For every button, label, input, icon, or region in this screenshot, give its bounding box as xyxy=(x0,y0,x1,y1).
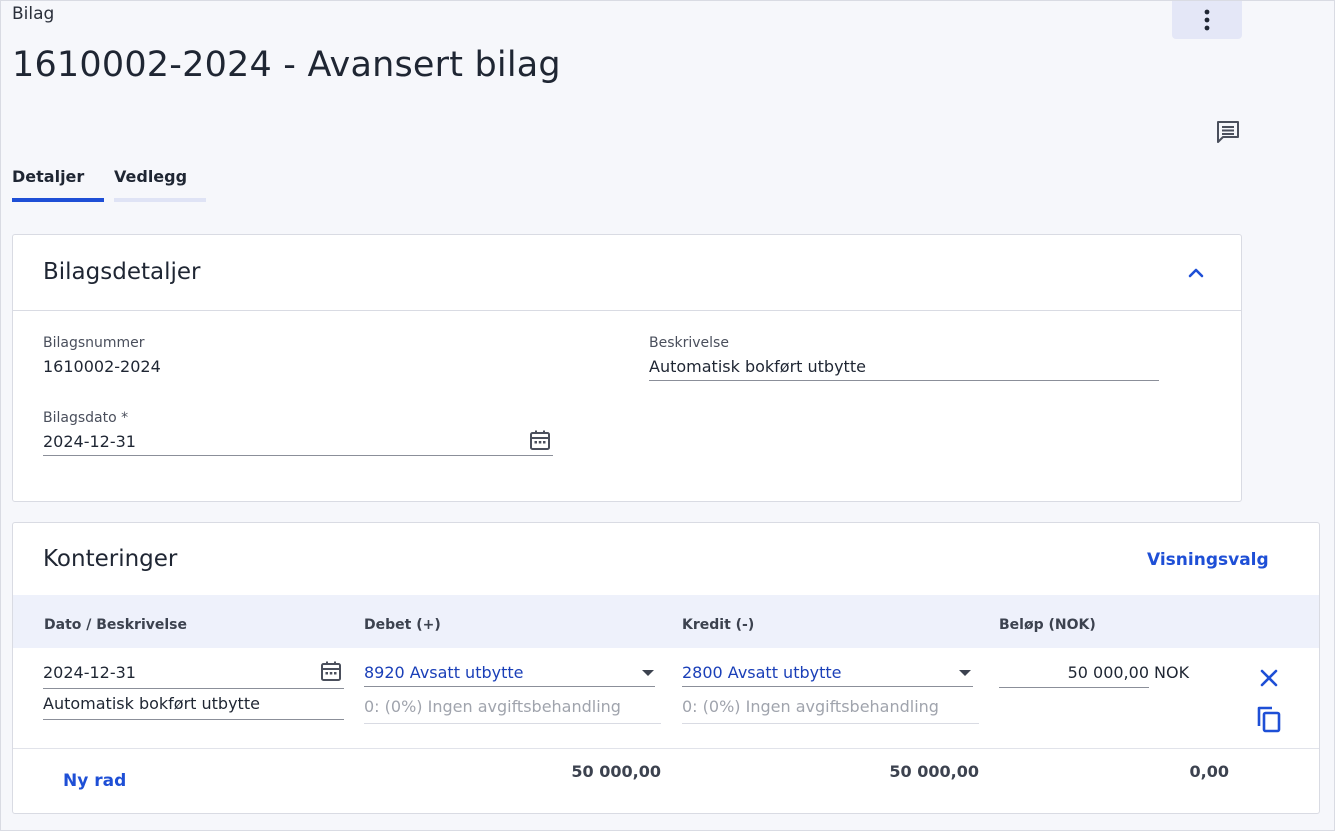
copy-icon[interactable] xyxy=(1255,704,1283,734)
chevron-up-icon[interactable] xyxy=(1185,265,1207,281)
row-description-underline xyxy=(43,719,344,720)
more-options-button[interactable] xyxy=(1172,1,1242,39)
calendar-icon[interactable] xyxy=(319,659,343,683)
row-description-input[interactable]: Automatisk bokført utbytte xyxy=(43,694,260,713)
column-header-kredit: Kredit (-) xyxy=(682,617,755,633)
chevron-down-icon[interactable] xyxy=(959,670,971,676)
column-header-amount: Beløp (NOK) xyxy=(999,617,1096,633)
debet-account-underline xyxy=(364,686,655,687)
chevron-down-icon[interactable] xyxy=(642,670,654,676)
bilagsdato-underline xyxy=(43,455,553,456)
calendar-icon[interactable] xyxy=(528,428,552,452)
beskrivelse-underline xyxy=(649,380,1159,381)
tab-detaljer[interactable]: Detaljer xyxy=(12,167,104,202)
column-header-debet: Debet (+) xyxy=(364,617,441,633)
kredit-vat-select[interactable]: 0: (0%) Ingen avgiftsbehandling xyxy=(682,697,939,716)
konteringer-card: Konteringer Visningsvalg Dato / Beskrive… xyxy=(12,522,1320,814)
kredit-account-underline xyxy=(682,686,973,687)
amount-input[interactable]: 50 000,00 xyxy=(999,663,1149,682)
row-date-underline xyxy=(43,688,344,689)
sum-difference: 0,00 xyxy=(1189,762,1229,781)
close-icon[interactable] xyxy=(1257,666,1281,690)
sum-kredit: 50 000,00 xyxy=(889,762,979,781)
column-header-date: Dato / Beskrivelse xyxy=(44,617,188,633)
breadcrumb[interactable]: Bilag xyxy=(12,4,54,24)
row-separator xyxy=(13,748,1319,749)
bilagsdato-input[interactable]: 2024-12-31 xyxy=(43,432,136,451)
new-row-button[interactable]: Ny rad xyxy=(63,771,126,791)
details-title: Bilagsdetaljer xyxy=(43,259,201,285)
konteringer-title: Konteringer xyxy=(43,546,178,572)
kredit-vat-underline xyxy=(682,723,979,724)
tab-bar: Detaljer Vedlegg xyxy=(12,167,216,202)
bilagsnummer-value: 1610002-2024 xyxy=(43,357,161,376)
view-options-button[interactable]: Visningsvalg xyxy=(1147,550,1269,570)
kredit-account-select[interactable]: 2800 Avsatt utbytte xyxy=(682,663,841,682)
table-header: Dato / Beskrivelse Debet (+) Kredit (-) … xyxy=(13,595,1319,648)
debet-vat-select[interactable]: 0: (0%) Ingen avgiftsbehandling xyxy=(364,697,621,716)
bilagsdato-label: Bilagsdato * xyxy=(43,410,129,426)
currency-label: NOK xyxy=(1154,663,1190,682)
sum-debet: 50 000,00 xyxy=(571,762,661,781)
row-date-input[interactable]: 2024-12-31 xyxy=(43,663,136,682)
more-vertical-icon xyxy=(1204,9,1210,31)
debet-account-select[interactable]: 8920 Avsatt utbytte xyxy=(364,663,523,682)
amount-underline xyxy=(999,687,1149,688)
details-card: Bilagsdetaljer Bilagsnummer 1610002-2024… xyxy=(12,234,1242,502)
beskrivelse-label: Beskrivelse xyxy=(649,335,729,351)
page-title: 1610002-2024 - Avansert bilag xyxy=(12,45,561,85)
debet-vat-underline xyxy=(364,723,661,724)
tab-vedlegg[interactable]: Vedlegg xyxy=(114,167,206,202)
bilagsnummer-label: Bilagsnummer xyxy=(43,335,145,351)
details-card-header[interactable]: Bilagsdetaljer xyxy=(13,235,1241,311)
comment-icon[interactable] xyxy=(1214,118,1242,146)
beskrivelse-input[interactable]: Automatisk bokført utbytte xyxy=(649,357,866,376)
